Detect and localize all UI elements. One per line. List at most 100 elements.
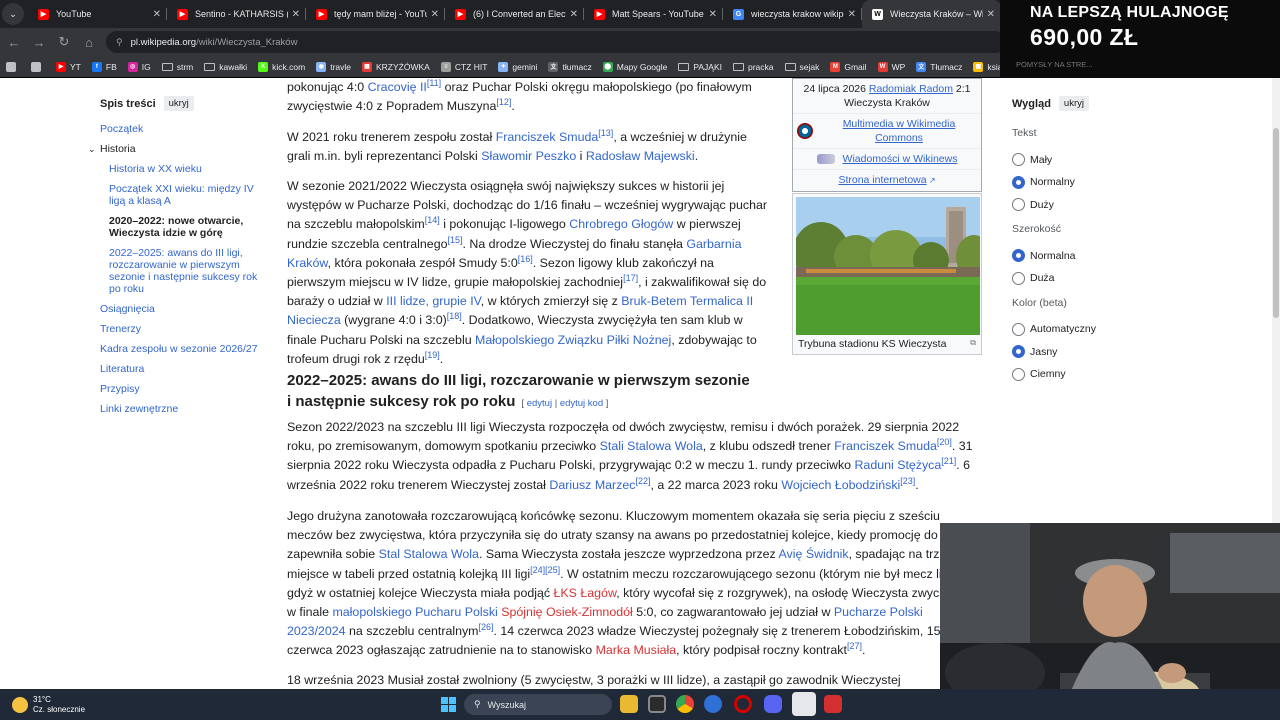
bookmark[interactable]: Kkick.com — [258, 61, 305, 72]
article-link[interactable]: Stali Stalowa Wola — [600, 439, 703, 453]
article-link[interactable]: Marka Musiała — [596, 643, 677, 657]
bookmark[interactable]: PAJĄKI — [678, 62, 722, 72]
article-link[interactable]: małopolskiego Pucharu Polski — [332, 605, 497, 619]
chrome-icon[interactable] — [676, 695, 694, 713]
stadium-thumbnail[interactable]: Trybuna stadionu KS Wieczysta ⧉ — [792, 193, 982, 355]
article-link[interactable]: Raduni Stężyca — [854, 458, 941, 472]
bookmark[interactable]: sejak — [784, 62, 819, 72]
active-app-icon[interactable] — [792, 692, 816, 716]
bookmark[interactable]: W WP — [877, 61, 905, 72]
toc-hide-button[interactable]: ukryj — [163, 96, 194, 111]
radio-button[interactable] — [1012, 271, 1025, 285]
article-link[interactable]: Cracovię II — [368, 80, 427, 94]
toc-item[interactable]: Osiągnięcia — [100, 303, 260, 315]
article-link[interactable]: Radosław Majewski — [586, 149, 695, 163]
bookmark[interactable]: ▦ KRZYŻÓWKA — [362, 61, 430, 72]
app-icon[interactable] — [824, 695, 842, 713]
edit-link[interactable]: edytuj — [527, 398, 552, 409]
toc-item[interactable]: Literatura — [100, 363, 260, 375]
browser-icon[interactable] — [704, 695, 722, 713]
windows-start-icon[interactable] — [441, 697, 456, 712]
stadium-photo[interactable] — [796, 197, 980, 335]
article-link[interactable]: Wojciech Łobodziński — [781, 478, 900, 492]
radio-button[interactable] — [1012, 367, 1025, 381]
toc-item[interactable]: Historia w XX wieku — [100, 163, 260, 175]
article-link[interactable]: Chrobrego Głogów — [569, 217, 673, 231]
url-field[interactable]: ⚲ pl.wikipedia.org/wiki/Wieczysta_Kraków — [106, 31, 1006, 53]
reload-icon[interactable]: ↻ — [53, 31, 75, 53]
chevron-down-icon[interactable]: ⌄ — [88, 143, 96, 155]
home-icon[interactable]: ⌂ — [78, 31, 100, 53]
browser-tab[interactable]: ▶ YouTube ✕ — [28, 0, 167, 28]
article-link[interactable]: Franciszek Smuda — [496, 130, 599, 144]
infobox-opponent-link[interactable]: Radomiak Radom — [869, 83, 953, 95]
tab-close-icon[interactable]: ✕ — [570, 9, 578, 20]
radio-button[interactable] — [1012, 175, 1025, 189]
text-size-option[interactable]: Duży — [1012, 198, 1172, 211]
appearance-hide-button[interactable]: ukryj — [1058, 96, 1089, 111]
article-link[interactable]: Stal Stalowa Wola — [379, 547, 479, 561]
opera-icon[interactable] — [734, 695, 752, 713]
site-info-icon[interactable]: ⚲ — [116, 37, 123, 48]
article-link[interactable]: Spójnię Osiek-Zimnodół — [501, 605, 633, 619]
wikinews-link[interactable]: Wiadomości w Wikinews — [843, 152, 958, 166]
article-link[interactable]: Dariusz Marzec — [549, 478, 635, 492]
tab-close-icon[interactable]: ✕ — [431, 9, 439, 20]
radio-button[interactable] — [1012, 249, 1025, 262]
browser-tab[interactable]: ▶ Sentino - KATHARSIS (OF ✕ — [167, 0, 306, 28]
bookmark[interactable] — [31, 61, 45, 72]
bookmark[interactable]: f FB — [91, 61, 117, 72]
edit-code-link[interactable]: edytuj kod — [560, 398, 603, 409]
bookmark[interactable] — [6, 61, 20, 72]
article-link[interactable]: Małopolskiego Związku Piłki Nożnej — [475, 333, 671, 347]
taskbar-search[interactable]: ⚲ Wyszukaj — [464, 694, 612, 715]
width-option[interactable]: Duża — [1012, 271, 1172, 285]
discord-icon[interactable] — [764, 695, 782, 713]
enlarge-icon[interactable]: ⧉ — [970, 338, 976, 348]
bookmark[interactable]: ✦ gemini — [498, 61, 537, 72]
forward-arrow-icon[interactable]: → — [28, 31, 50, 53]
browser-tab[interactable]: Gwieczysta krakow wikipedi ✕ — [723, 0, 862, 28]
color-theme-option[interactable]: Jasny — [1012, 345, 1172, 358]
tab-close-icon[interactable]: ✕ — [848, 9, 856, 20]
toc-item[interactable]: Przypisy — [100, 383, 260, 395]
radio-button[interactable] — [1012, 322, 1025, 336]
radio-button[interactable] — [1012, 153, 1025, 166]
text-size-option[interactable]: Mały — [1012, 153, 1172, 166]
scrollbar-thumb[interactable] — [1273, 128, 1279, 318]
toc-item[interactable]: Początek XXI wieku: między IV ligą a kla… — [100, 183, 260, 207]
width-option[interactable]: Normalna — [1012, 249, 1172, 262]
bookmark[interactable]: pracka — [733, 62, 774, 72]
toc-item[interactable]: Kadra zespołu w sezonie 2026/27 — [100, 343, 260, 355]
bookmark[interactable]: M Gmail — [830, 61, 867, 72]
article-link[interactable]: Franciszek Smuda — [834, 439, 937, 453]
bookmark[interactable]: 文 Tłumacz — [916, 61, 962, 72]
color-theme-option[interactable]: Ciemny — [1012, 367, 1172, 381]
tab-close-icon[interactable]: ✕ — [153, 9, 161, 20]
app-icon[interactable] — [648, 695, 666, 713]
tab-search-menu-button[interactable]: ⌄ — [2, 3, 24, 25]
commons-link[interactable]: Multimedia w Wikimedia Commons — [821, 117, 977, 145]
bookmark[interactable]: strm — [161, 62, 193, 72]
tab-close-icon[interactable]: ✕ — [292, 9, 300, 20]
toc-item[interactable]: Trenerzy — [100, 323, 260, 335]
bookmark[interactable]: ≡ CTZ HIT — [440, 61, 487, 72]
radio-button[interactable] — [1012, 198, 1025, 211]
bookmark[interactable]: kawałki — [204, 62, 247, 72]
tab-close-icon[interactable]: ✕ — [709, 9, 717, 20]
text-size-option[interactable]: Normalny — [1012, 175, 1172, 189]
browser-tab[interactable]: W Wieczysta Kraków – Wiki ✕ — [862, 0, 1001, 28]
file-explorer-icon[interactable] — [620, 695, 638, 713]
article-link[interactable]: Sławomir Peszko — [481, 149, 576, 163]
color-theme-option[interactable]: Automatyczny — [1012, 322, 1172, 336]
weather-widget[interactable]: 31°C Cz. słonecznie — [12, 695, 85, 715]
article-link[interactable]: III lidze, grupie IV — [386, 294, 481, 308]
browser-tab[interactable]: ▶ tędy mam bliżej - YouTub ✕ — [306, 0, 445, 28]
bookmark[interactable]: ▶ YT — [56, 61, 81, 72]
article-link[interactable]: ŁKS Łagów — [554, 586, 617, 600]
back-arrow-icon[interactable]: ← — [3, 31, 25, 53]
browser-tab[interactable]: ▶ (6) I Converted an Electric ✕ — [445, 0, 584, 28]
toc-item[interactable]: 2020–2022: nowe otwarcie, Wieczysta idzi… — [100, 215, 260, 239]
toc-item[interactable]: Początek — [100, 123, 260, 135]
browser-tab[interactable]: ▶ Matt Spears - YouTube ✕ — [584, 0, 723, 28]
